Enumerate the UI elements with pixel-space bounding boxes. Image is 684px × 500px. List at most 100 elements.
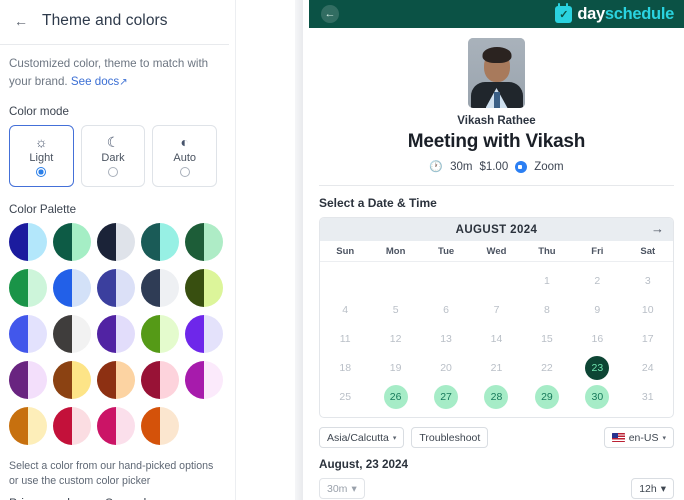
- calendar-weekday: Wed: [486, 246, 507, 257]
- calendar-day[interactable]: 26: [370, 382, 420, 411]
- calendar-day-empty: [320, 266, 370, 295]
- palette-swatch[interactable]: [9, 268, 47, 307]
- slot-controls-row: 30m ▾ 12h ▾: [319, 478, 674, 499]
- calendar-day: 24: [623, 353, 673, 382]
- swatch-secondary-half: [72, 406, 91, 445]
- calendar-day-number: 11: [339, 332, 351, 345]
- color-mode-dark[interactable]: ☾ Dark: [80, 124, 146, 187]
- palette-swatch[interactable]: [53, 222, 91, 261]
- palette-swatch[interactable]: [97, 222, 135, 261]
- color-palette-label: Color Palette: [9, 202, 77, 216]
- selected-date-label: August, 23 2024: [319, 458, 408, 471]
- calendar-day[interactable]: 28: [471, 382, 521, 411]
- next-month-arrow-icon[interactable]: →: [651, 222, 664, 235]
- calendar-day: 20: [421, 353, 471, 382]
- palette-swatch[interactable]: [97, 406, 135, 445]
- meeting-duration: 30m: [450, 160, 473, 173]
- locale-select[interactable]: en-US ▾: [603, 427, 674, 448]
- half-circle-icon: ◐: [180, 133, 189, 150]
- swatch-secondary-half: [204, 314, 223, 353]
- swatch-primary-half: [185, 360, 204, 399]
- palette-swatch[interactable]: [141, 406, 179, 445]
- calendar: AUGUST 2024 → Sun Mon Tue Wed Thu Fri Sat 1234…: [319, 217, 674, 418]
- color-mode-auto[interactable]: ◐ Auto: [152, 124, 218, 187]
- palette-swatch[interactable]: [53, 268, 91, 307]
- panel-description: Customized color, theme to match with yo…: [9, 55, 217, 91]
- calendar-controls-row: Asia/Calcutta ▾ Troubleshoot en-US ▾: [319, 427, 674, 448]
- select-date-time-heading: Select a Date & Time: [319, 196, 437, 210]
- palette-swatch[interactable]: [185, 222, 223, 261]
- palette-swatch[interactable]: [141, 268, 179, 307]
- palette-swatch[interactable]: [141, 222, 179, 261]
- palette-swatch[interactable]: [185, 268, 223, 307]
- palette-swatch[interactable]: [53, 406, 91, 445]
- color-mode-light[interactable]: ☼ Light: [9, 124, 74, 187]
- calendar-weekday: Sun: [336, 246, 355, 257]
- swatch-primary-half: [141, 222, 160, 261]
- palette-swatch[interactable]: [9, 314, 47, 353]
- calendar-day: 16: [572, 324, 622, 353]
- swatch-primary-half: [53, 268, 72, 307]
- see-docs-link[interactable]: See docs: [71, 75, 119, 88]
- meeting-location: Zoom: [534, 160, 564, 173]
- palette-swatch[interactable]: [97, 268, 135, 307]
- calendar-day-number: 3: [644, 274, 651, 287]
- palette-swatch[interactable]: [9, 360, 47, 399]
- time-format-select[interactable]: 12h ▾: [631, 478, 674, 499]
- calendar-day[interactable]: 30: [572, 382, 622, 411]
- swatch-secondary-half: [72, 222, 91, 261]
- swatch-primary-half: [185, 314, 204, 353]
- calendar-day-number: 12: [389, 332, 402, 345]
- calendar-day-number: 13: [440, 332, 452, 345]
- timezone-select[interactable]: Asia/Calcutta ▾: [319, 427, 405, 448]
- calendar-day[interactable]: 29: [522, 382, 572, 411]
- calendar-day-number: 31: [641, 390, 654, 403]
- troubleshoot-button[interactable]: Troubleshoot: [411, 427, 489, 448]
- swatch-secondary-half: [204, 268, 223, 307]
- radio-light[interactable]: [36, 167, 47, 178]
- duration-filter-select[interactable]: 30m ▾: [319, 478, 365, 499]
- duration-filter-value: 30m: [327, 482, 348, 495]
- panel-gutter: [229, 0, 309, 500]
- external-link-icon[interactable]: ↗: [119, 75, 127, 91]
- zoom-icon: [515, 160, 528, 173]
- chevron-down-icon: ▾: [392, 434, 397, 442]
- swatch-secondary-half: [28, 268, 47, 307]
- swatch-primary-half: [97, 314, 116, 353]
- palette-swatch[interactable]: [141, 360, 179, 399]
- calendar-day: 12: [370, 324, 420, 353]
- swatch-primary-half: [185, 268, 204, 307]
- radio-auto[interactable]: [179, 167, 190, 178]
- radio-dark[interactable]: [108, 167, 118, 178]
- palette-swatch[interactable]: [185, 314, 223, 353]
- calendar-day-number: 22: [541, 361, 553, 374]
- palette-swatch[interactable]: [9, 406, 47, 445]
- palette-swatch[interactable]: [97, 360, 135, 399]
- palette-swatch[interactable]: [185, 360, 223, 399]
- booking-header: ← ✓ dayschedule: [309, 0, 684, 28]
- swatch-secondary-half: [160, 222, 179, 261]
- palette-swatch[interactable]: [53, 360, 91, 399]
- calendar-header: AUGUST 2024 →: [320, 218, 673, 241]
- calendar-day-number: 2: [594, 274, 601, 287]
- swatch-secondary-half: [160, 360, 179, 399]
- calendar-day: 7: [471, 295, 521, 324]
- calendar-day[interactable]: 23: [572, 353, 622, 382]
- meeting-price: $1.00: [479, 160, 509, 173]
- calendar-day-number: 7: [493, 303, 500, 316]
- palette-swatch[interactable]: [53, 314, 91, 353]
- calendar-day[interactable]: 27: [421, 382, 471, 411]
- swatch-secondary-half: [160, 314, 179, 353]
- palette-swatch[interactable]: [97, 314, 135, 353]
- calendar-day-empty: [421, 266, 471, 295]
- booking-back-icon[interactable]: ←: [321, 5, 339, 23]
- calendar-day-number: 16: [591, 332, 604, 345]
- swatch-primary-half: [97, 222, 116, 261]
- theme-settings-panel: ← Theme and colors Customized color, the…: [0, 0, 229, 500]
- calendar-day: 19: [370, 353, 420, 382]
- back-arrow-icon[interactable]: ←: [9, 9, 33, 33]
- palette-swatch[interactable]: [9, 222, 47, 261]
- palette-swatch[interactable]: [141, 314, 179, 353]
- calendar-day: 9: [572, 295, 622, 324]
- swatch-primary-half: [141, 360, 160, 399]
